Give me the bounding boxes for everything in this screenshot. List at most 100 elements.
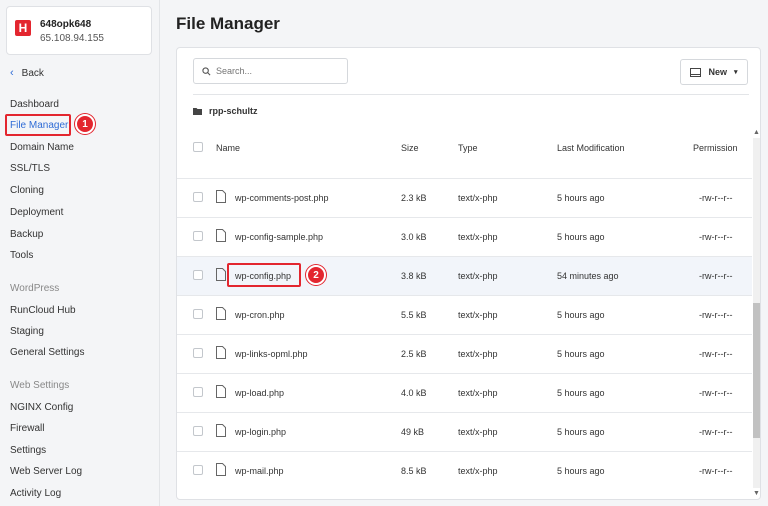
file-size: 49 kB	[401, 427, 425, 437]
sidebar-item-runcloud-hub[interactable]: RunCloud Hub	[10, 305, 76, 316]
file-modified: 5 hours ago	[557, 466, 605, 476]
breadcrumb-folder[interactable]: rpp-schultz	[209, 106, 258, 116]
table-row[interactable]: wp-comments-post.php 2.3 kB text/x-php 5…	[177, 178, 752, 217]
caret-down-icon: ▾	[734, 69, 738, 76]
server-logo-icon: H	[15, 20, 31, 36]
sidebar-item-backup[interactable]: Backup	[10, 229, 43, 240]
sidebar-item-firewall[interactable]: Firewall	[10, 423, 44, 434]
file-modified: 5 hours ago	[557, 232, 605, 242]
row-checkbox[interactable]	[193, 348, 203, 358]
table-header: Name Size Type Last Modification Permiss…	[177, 128, 752, 166]
new-file-icon	[690, 67, 702, 77]
table-row[interactable]: wp-cron.php 5.5 kB text/x-php 5 hours ag…	[177, 295, 752, 334]
row-checkbox[interactable]	[193, 192, 203, 202]
file-name[interactable]: wp-config-sample.php	[235, 232, 323, 242]
file-size: 5.5 kB	[401, 310, 427, 320]
row-checkbox[interactable]	[193, 270, 203, 280]
file-icon	[216, 463, 226, 476]
column-header-permission[interactable]: Permission	[693, 143, 738, 153]
row-checkbox[interactable]	[193, 309, 203, 319]
file-permission: -rw-r--r--	[699, 271, 733, 281]
table-row[interactable]: wp-load.php 4.0 kB text/x-php 5 hours ag…	[177, 373, 752, 412]
search-box[interactable]	[193, 58, 348, 84]
page-title: File Manager	[176, 14, 280, 33]
sidebar-item-activity-log[interactable]: Activity Log	[10, 488, 61, 499]
file-modified: 5 hours ago	[557, 388, 605, 398]
column-header-last-modification[interactable]: Last Modification	[557, 143, 625, 153]
file-modified: 5 hours ago	[557, 427, 605, 437]
server-card[interactable]: H 648opk648 65.108.94.155	[6, 6, 152, 55]
file-name[interactable]: wp-links-opml.php	[235, 349, 308, 359]
sidebar-item-general-settings[interactable]: General Settings	[10, 347, 85, 358]
chevron-left-icon: ‹	[10, 67, 14, 79]
file-size: 3.0 kB	[401, 232, 427, 242]
file-modified: 5 hours ago	[557, 193, 605, 203]
breadcrumb[interactable]: rpp-schultz	[193, 106, 258, 116]
sidebar-item-tools[interactable]: Tools	[10, 250, 33, 261]
sidebar-item-nginx-config[interactable]: NGINX Config	[10, 402, 73, 413]
file-name[interactable]: wp-login.php	[235, 427, 286, 437]
file-permission: -rw-r--r--	[699, 349, 733, 359]
file-icon	[216, 346, 226, 359]
sidebar-item-domain-name[interactable]: Domain Name	[10, 142, 74, 153]
file-permission: -rw-r--r--	[699, 427, 733, 437]
sidebar-item-deployment[interactable]: Deployment	[10, 207, 63, 218]
file-type: text/x-php	[458, 466, 498, 476]
file-list-scrollbar[interactable]: ▲ ▼	[752, 128, 761, 498]
table-row[interactable]: wp-mail.php 8.5 kB text/x-php 5 hours ag…	[177, 451, 752, 490]
file-name[interactable]: wp-load.php	[235, 388, 284, 398]
table-row[interactable]: wp-links-opml.php 2.5 kB text/x-php 5 ho…	[177, 334, 752, 373]
scroll-thumb[interactable]	[753, 303, 760, 438]
sidebar-item-ssl-tls[interactable]: SSL/TLS	[10, 163, 50, 174]
file-icon	[216, 424, 226, 437]
file-name[interactable]: wp-comments-post.php	[235, 193, 329, 203]
scroll-down-arrow-icon[interactable]: ▼	[752, 489, 761, 498]
file-name[interactable]: wp-mail.php	[235, 466, 284, 476]
file-size: 8.5 kB	[401, 466, 427, 476]
search-input[interactable]	[216, 66, 341, 76]
file-name[interactable]: wp-cron.php	[235, 310, 285, 320]
sidebar-item-web-server-log[interactable]: Web Server Log	[10, 466, 82, 477]
row-checkbox[interactable]	[193, 231, 203, 241]
highlight-box-wp-config	[227, 263, 301, 287]
row-checkbox[interactable]	[193, 387, 203, 397]
row-checkbox[interactable]	[193, 465, 203, 475]
row-checkbox[interactable]	[193, 426, 203, 436]
scroll-up-arrow-icon[interactable]: ▲	[752, 128, 761, 137]
file-type: text/x-php	[458, 193, 498, 203]
file-permission: -rw-r--r--	[699, 232, 733, 242]
file-icon	[216, 268, 226, 281]
file-size: 3.8 kB	[401, 271, 427, 281]
column-header-type[interactable]: Type	[458, 143, 478, 153]
new-button-label: New	[708, 67, 727, 77]
highlight-box-file-manager	[5, 114, 71, 136]
file-size: 4.0 kB	[401, 388, 427, 398]
file-permission: -rw-r--r--	[699, 193, 733, 203]
sidebar-item-dashboard[interactable]: Dashboard	[10, 99, 59, 110]
file-type: text/x-php	[458, 310, 498, 320]
file-icon	[216, 385, 226, 398]
file-modified: 54 minutes ago	[557, 271, 619, 281]
toolbar-divider	[193, 94, 749, 95]
file-type: text/x-php	[458, 271, 498, 281]
select-all-checkbox[interactable]	[193, 142, 203, 152]
step-badge-1: 1	[75, 114, 95, 134]
file-icon	[216, 229, 226, 242]
sidebar-item-staging[interactable]: Staging	[10, 326, 44, 337]
column-header-size[interactable]: Size	[401, 143, 419, 153]
sidebar: H 648opk648 65.108.94.155 ‹ Back Dashboa…	[0, 0, 160, 506]
sidebar-item-cloning[interactable]: Cloning	[10, 185, 44, 196]
new-button[interactable]: New ▾	[680, 59, 748, 85]
table-row[interactable]: wp-config-sample.php 3.0 kB text/x-php 5…	[177, 217, 752, 256]
column-header-name[interactable]: Name	[216, 143, 240, 153]
sidebar-item-settings[interactable]: Settings	[10, 445, 46, 456]
file-size: 2.3 kB	[401, 193, 427, 203]
file-size: 2.5 kB	[401, 349, 427, 359]
file-permission: -rw-r--r--	[699, 388, 733, 398]
server-ip: 65.108.94.155	[40, 33, 104, 44]
search-icon	[202, 66, 211, 75]
table-row[interactable]: wp-login.php 49 kB text/x-php 5 hours ag…	[177, 412, 752, 451]
back-link[interactable]: ‹ Back	[10, 67, 44, 79]
file-type: text/x-php	[458, 388, 498, 398]
file-type: text/x-php	[458, 349, 498, 359]
